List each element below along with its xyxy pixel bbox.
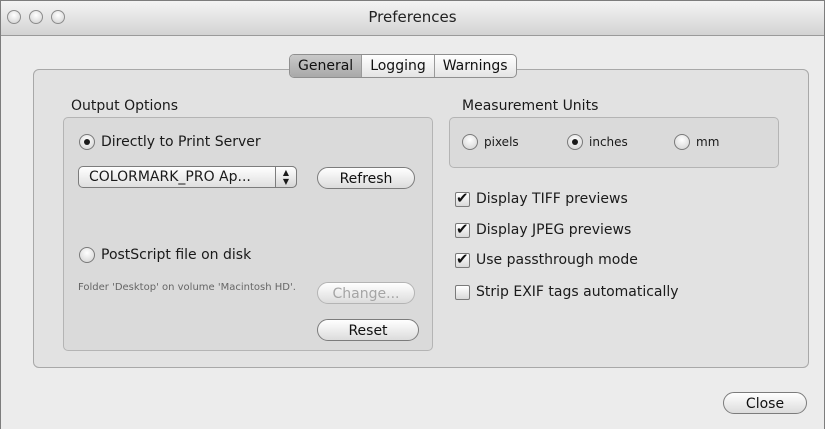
units-pixels-label: pixels — [484, 135, 519, 149]
units-mm-label: mm — [696, 135, 720, 149]
display-tiff-previews-checkbox[interactable]: Display TIFF previews — [455, 189, 628, 207]
measurement-units-label: Measurement Units — [462, 98, 599, 114]
tab-warnings[interactable]: Warnings — [433, 55, 516, 77]
up-down-arrows-icon: ▲ ▼ — [275, 166, 297, 188]
radio-unselected-icon — [462, 134, 478, 150]
output-options-group — [63, 117, 433, 351]
display-jpeg-previews-checkbox[interactable]: Display JPEG previews — [455, 220, 632, 238]
tab-logging[interactable]: Logging — [361, 55, 434, 77]
strip-exif-tags-checkbox[interactable]: Strip EXIF tags automatically — [455, 284, 679, 300]
checkmark-icon — [455, 220, 470, 238]
postscript-file-label: PostScript file on disk — [101, 247, 252, 263]
use-passthrough-mode-checkbox[interactable]: Use passthrough mode — [455, 250, 638, 268]
checkbox-unchecked-icon — [455, 284, 470, 300]
radio-selected-icon — [567, 134, 583, 150]
strip-exif-tags-label: Strip EXIF tags automatically — [476, 284, 679, 300]
title-bar: Preferences — [1, 1, 824, 36]
print-server-radio[interactable]: Directly to Print Server — [79, 134, 261, 150]
printer-popup-value: COLORMARK_PRO Ap... — [89, 169, 251, 185]
units-inches-label: inches — [589, 135, 628, 149]
tab-bar: General Logging Warnings — [289, 54, 517, 78]
output-options-label: Output Options — [71, 98, 179, 114]
change-button[interactable]: Change... — [317, 282, 415, 304]
radio-selected-icon — [79, 134, 95, 150]
refresh-button[interactable]: Refresh — [317, 167, 415, 189]
units-pixels-radio[interactable]: pixels — [462, 134, 519, 150]
display-jpeg-previews-label: Display JPEG previews — [476, 222, 632, 238]
print-server-label: Directly to Print Server — [101, 134, 261, 150]
use-passthrough-mode-label: Use passthrough mode — [476, 252, 638, 268]
units-mm-radio[interactable]: mm — [674, 134, 719, 150]
folder-location-note: Folder 'Desktop' on volume 'Macintosh HD… — [78, 282, 296, 293]
close-button[interactable]: Close — [723, 392, 807, 414]
window-content: General Logging Warnings Output Options … — [1, 36, 824, 429]
printer-popup[interactable]: COLORMARK_PRO Ap... ▲ ▼ — [78, 166, 297, 188]
radio-unselected-icon — [674, 134, 690, 150]
tab-general[interactable]: General — [290, 55, 362, 77]
display-tiff-previews-label: Display TIFF previews — [476, 191, 628, 207]
reset-button[interactable]: Reset — [317, 319, 419, 341]
checkmark-icon — [455, 189, 470, 207]
preferences-window: Preferences General Logging Warnings Out… — [0, 0, 825, 429]
checkmark-icon — [455, 250, 470, 268]
units-inches-radio[interactable]: inches — [567, 134, 628, 150]
radio-unselected-icon — [79, 247, 95, 263]
postscript-file-radio[interactable]: PostScript file on disk — [79, 247, 251, 263]
window-title: Preferences — [368, 8, 457, 26]
